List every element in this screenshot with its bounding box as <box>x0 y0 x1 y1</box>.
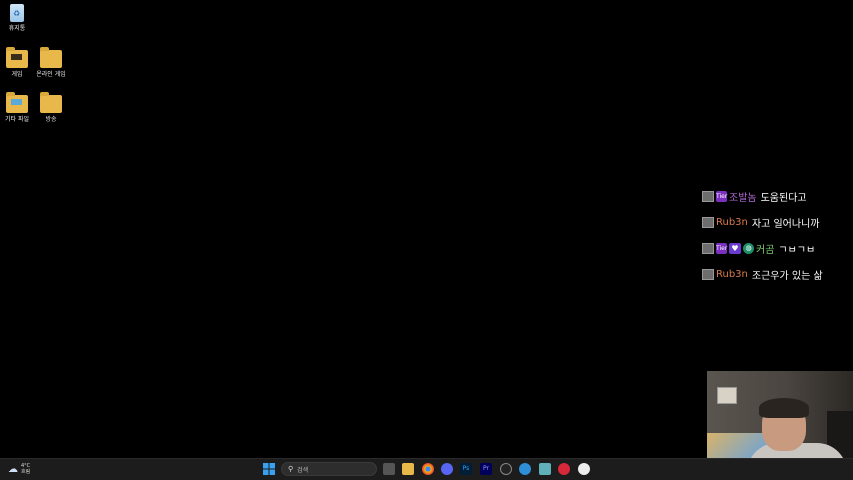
subscriber-badge-icon <box>702 190 714 202</box>
chrome-icon[interactable] <box>422 463 434 475</box>
chat-overlay: Tier 조발놈 도움된다고 Rub3n 자고 일어나니까 Tier ♥ ◍ 커… <box>702 183 853 287</box>
search-icon: ⚲ <box>288 465 294 473</box>
chat-username: 조발놈 <box>729 192 757 204</box>
taskbar: ☁ 4°C 흐림 ⚲ 검색 Ps Pr <box>0 458 853 480</box>
weather-desc: 흐림 <box>21 469 31 475</box>
chat-message: Rub3n 조근우가 있는 삶 <box>702 261 853 287</box>
chat-message: Rub3n 자고 일어나니까 <box>702 209 853 235</box>
chat-username: Rub3n <box>716 216 748 228</box>
chat-username: 커곰 <box>756 244 775 256</box>
globe-badge-icon: ◍ <box>743 242 754 254</box>
person-hair <box>759 398 809 418</box>
start-icon[interactable] <box>263 463 275 475</box>
task-view-icon[interactable] <box>383 463 395 475</box>
search-placeholder: 검색 <box>297 466 309 474</box>
subscriber-badge-icon <box>702 268 714 280</box>
taskbar-search[interactable]: ⚲ 검색 <box>281 462 377 476</box>
discord-icon[interactable] <box>441 463 453 475</box>
tier-badge-icon: Tier <box>716 242 728 254</box>
tier-badge-icon: Tier <box>716 190 728 202</box>
desktop-icon-recycle-bin[interactable]: ♻ 휴지통 <box>0 4 39 33</box>
chat-text: ㄱㅂㄱㅂ <box>778 244 816 256</box>
subscriber-badge-icon <box>702 242 714 254</box>
subscriber-badge-icon <box>702 216 714 228</box>
premiere-icon[interactable]: Pr <box>480 463 492 475</box>
desktop-icon-online-games[interactable]: 온라인 게임 <box>29 47 73 79</box>
app-red-icon[interactable] <box>558 463 570 475</box>
obs-icon[interactable] <box>500 463 512 475</box>
desktop-icon-label: 휴지통 <box>8 25 26 32</box>
chat-text: 자고 일어나니까 <box>751 218 820 230</box>
folder-icon <box>40 47 62 68</box>
notepad-icon[interactable] <box>539 463 551 475</box>
app-white-icon[interactable] <box>578 463 590 475</box>
chat-text: 도움된다고 <box>760 192 807 204</box>
wall-picture <box>717 387 737 404</box>
desktop-icon-label: 온라인 게임 <box>36 71 66 78</box>
chat-message: Tier ♥ ◍ 커곰 ㄱㅂㄱㅂ <box>702 235 853 261</box>
recycle-bin-icon: ♻ <box>10 4 24 22</box>
desktop-icon-broadcast[interactable]: 방송 <box>29 92 73 124</box>
folder-icon <box>6 92 28 113</box>
photoshop-icon[interactable]: Ps <box>460 463 472 475</box>
folder-icon <box>40 92 62 113</box>
file-explorer-icon[interactable] <box>402 463 414 475</box>
heart-badge-icon: ♥ <box>729 242 741 254</box>
folder-icon <box>6 47 28 68</box>
browser-icon[interactable] <box>519 463 531 475</box>
chat-message: Tier 조발놈 도움된다고 <box>702 183 853 209</box>
weather-widget[interactable]: ☁ 4°C 흐림 <box>8 463 30 475</box>
chat-username: Rub3n <box>716 268 748 280</box>
cloud-icon: ☁ <box>8 463 18 475</box>
chat-text: 조근우가 있는 삶 <box>751 270 823 282</box>
desktop-icon-label: 방송 <box>45 116 57 123</box>
